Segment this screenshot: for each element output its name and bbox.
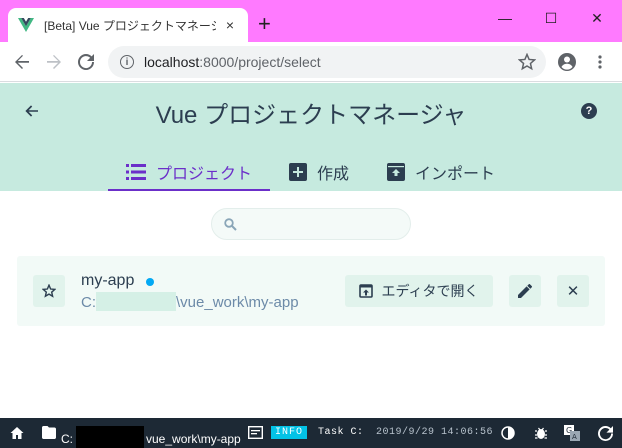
redacted-block	[96, 292, 176, 311]
help-icon[interactable]: ?	[581, 103, 597, 119]
maximize-button[interactable]: ☐	[528, 6, 574, 30]
reload-icon	[78, 54, 94, 70]
tab-create-label: 作成	[317, 166, 350, 183]
list-icon	[126, 164, 146, 180]
project-item[interactable]: my-app C: \vue_work\my-app エディタで開く ✕	[17, 256, 605, 326]
pencil-icon	[518, 284, 532, 298]
search-icon	[224, 217, 237, 231]
folder-icon[interactable]	[42, 426, 56, 439]
status-cwd-prefix: C:	[61, 432, 73, 446]
add-box-icon	[289, 163, 307, 181]
forward-button[interactable]	[42, 50, 66, 74]
status-bar: C: vue_work\my-app INFO Task C: 2019/9/29…	[0, 418, 622, 448]
browser-toolbar: i localhost:8000/project/select	[0, 42, 622, 82]
address-bar[interactable]: i localhost:8000/project/select	[108, 46, 546, 78]
profile-button[interactable]	[555, 50, 579, 74]
status-datetime: 2019/9/29 14:06:56	[376, 427, 494, 438]
search-input[interactable]	[243, 216, 393, 232]
arrow-left-icon	[15, 55, 29, 69]
project-path-prefix: C:	[81, 294, 96, 311]
app-tabs: プロジェクト 作成 インポート	[0, 153, 622, 191]
unarchive-icon	[387, 163, 405, 181]
vue-logo-icon	[18, 18, 34, 32]
status-dot	[146, 278, 154, 286]
browser-titlebar: [Beta] Vue プロジェクトマネージャ - Vue × + — ☐ ✕	[0, 0, 622, 42]
page-title: Vue プロジェクトマネージャ	[155, 102, 467, 129]
open-in-editor-button[interactable]: エディタで開く	[345, 275, 493, 307]
bookmark-star-icon[interactable]	[518, 53, 536, 71]
browser-tab[interactable]: [Beta] Vue プロジェクトマネージャ - Vue ×	[8, 8, 248, 42]
log-level-badge: INFO	[271, 426, 308, 439]
favorite-button[interactable]	[33, 275, 65, 307]
browser-menu-button[interactable]	[588, 50, 612, 74]
project-name: my-app	[81, 272, 135, 289]
redacted-block	[76, 426, 144, 448]
bug-report-icon[interactable]	[533, 425, 549, 441]
back-button[interactable]	[10, 50, 34, 74]
account-icon	[558, 53, 576, 71]
status-message: Task C:	[318, 427, 364, 438]
tab-title: [Beta] Vue プロジェクトマネージャ - Vue	[44, 18, 216, 33]
arrow-right-icon	[47, 55, 61, 69]
project-path-suffix: \vue_work\my-app	[176, 294, 299, 311]
tab-create[interactable]: 作成	[289, 153, 349, 191]
reload-button[interactable]	[74, 50, 98, 74]
open-in-editor-label: エディタで開く	[381, 283, 479, 299]
active-tab-indicator	[108, 189, 270, 191]
status-cwd[interactable]: C: vue_work\my-app	[61, 426, 241, 448]
arrow-back-icon	[25, 105, 38, 117]
tab-import-label: インポート	[415, 166, 496, 183]
new-tab-button[interactable]: +	[258, 13, 271, 35]
refresh-icon[interactable]	[597, 425, 613, 441]
home-icon[interactable]	[10, 426, 24, 440]
star-outline-icon	[42, 284, 56, 298]
tab-close-icon[interactable]: ×	[222, 17, 238, 33]
tab-projects-label: プロジェクト	[156, 166, 253, 183]
project-search[interactable]	[211, 208, 411, 240]
url-path: :8000/project/select	[199, 54, 321, 70]
app-header: Vue プロジェクトマネージャ ? プロジェクト 作成 インポート	[0, 83, 622, 191]
close-window-button[interactable]: ✕	[574, 6, 620, 30]
minimize-button[interactable]: —	[482, 6, 528, 30]
console-icon[interactable]	[248, 426, 263, 439]
open-in-browser-icon	[359, 284, 374, 298]
edit-button[interactable]	[509, 275, 541, 307]
url-host: localhost	[144, 54, 200, 70]
svg-text:A: A	[572, 433, 577, 441]
remove-project-button[interactable]: ✕	[557, 275, 589, 307]
tab-import[interactable]: インポート	[387, 153, 495, 191]
status-cwd-suffix: vue_work\my-app	[146, 432, 241, 446]
more-vert-icon	[598, 55, 602, 69]
tab-projects[interactable]: プロジェクト	[126, 153, 252, 191]
dark-mode-icon[interactable]	[500, 425, 516, 441]
info-icon[interactable]: i	[120, 55, 134, 69]
back-nav-button[interactable]	[22, 101, 42, 121]
project-path: C: \vue_work\my-app	[81, 292, 299, 311]
translate-icon[interactable]: GA	[564, 425, 580, 441]
